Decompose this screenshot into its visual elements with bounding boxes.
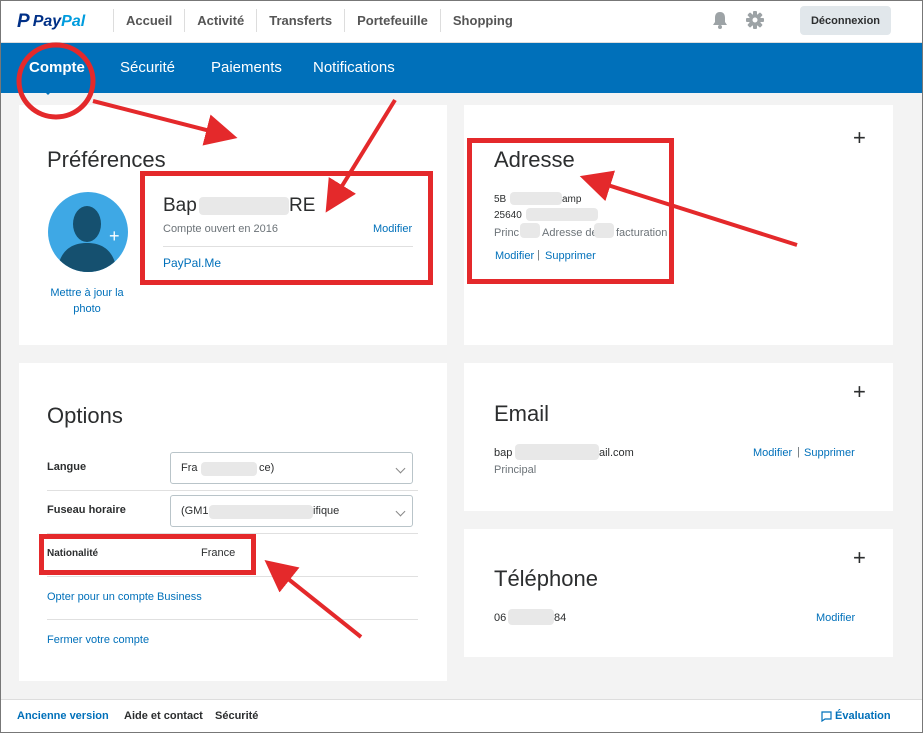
- phone-title: Téléphone: [494, 566, 598, 591]
- highlight-tab-circle: [16, 42, 96, 120]
- language-select[interactable]: Fra ce): [170, 452, 413, 484]
- update-photo-link[interactable]: Mettre à jour la photo: [39, 285, 135, 317]
- logo-word-pay: Pay: [32, 13, 62, 30]
- modify-phone-link[interactable]: Modifier: [816, 612, 855, 624]
- business-account-link[interactable]: Opter pour un compte Business: [47, 591, 202, 603]
- tab-notifications[interactable]: Notifications: [313, 59, 395, 76]
- paypal-logo[interactable]: P Pay Pal: [17, 11, 85, 33]
- language-label: Langue: [47, 461, 87, 473]
- language-value-start: Fra: [181, 462, 198, 474]
- modify-email-link[interactable]: Modifier: [753, 447, 792, 459]
- logo-word-pal: Pal: [61, 13, 86, 30]
- highlight-address-box: [467, 138, 674, 284]
- feedback-icon[interactable]: [821, 711, 832, 722]
- gear-icon[interactable]: [745, 10, 765, 30]
- language-divider: [47, 490, 418, 491]
- tab-paiements[interactable]: Paiements: [211, 59, 282, 76]
- email-title: Email: [494, 401, 550, 426]
- logout-button[interactable]: Déconnexion: [800, 6, 891, 35]
- help-contact-link[interactable]: Aide et contact: [124, 710, 203, 722]
- phone-card: + Téléphone 06 84 Modifier: [464, 529, 893, 657]
- nav-accueil[interactable]: Accueil: [113, 9, 184, 32]
- close-account-link[interactable]: Fermer votre compte: [47, 634, 149, 646]
- bell-icon[interactable]: [710, 10, 730, 30]
- email-card: + Email bap ail.com Principal Modifier |…: [464, 363, 893, 511]
- timezone-value-end: ifique: [313, 505, 340, 517]
- highlight-name-box: [140, 171, 433, 285]
- top-nav: Accueil Activité Transferts Portefeuille…: [113, 9, 525, 32]
- email-value-end: ail.com: [599, 447, 634, 459]
- phone-value-start: 06: [494, 612, 507, 624]
- redacted-language: [201, 462, 257, 476]
- top-bar: P Pay Pal Accueil Activité Transferts Po…: [1, 1, 922, 43]
- nav-portefeuille[interactable]: Portefeuille: [344, 9, 440, 32]
- timezone-select[interactable]: (GM1 ifique: [170, 495, 413, 527]
- email-value-start: bap: [494, 447, 513, 459]
- add-address-icon[interactable]: +: [853, 125, 866, 151]
- nav-activite[interactable]: Activité: [184, 9, 256, 32]
- nav-transferts[interactable]: Transferts: [256, 9, 344, 32]
- redacted-timezone: [209, 505, 313, 519]
- options-card: Options Langue Fra ce) Fuseau horaire (G…: [19, 363, 447, 681]
- business-divider: [47, 619, 418, 620]
- chevron-down-icon: [395, 506, 406, 517]
- logo-mark: P: [17, 11, 30, 32]
- footer: Ancienne version Aide et contact Sécurit…: [1, 699, 922, 732]
- footer-security-link[interactable]: Sécurité: [215, 710, 258, 722]
- nav-shopping[interactable]: Shopping: [439, 9, 525, 32]
- update-photo-line-1: Mettre à jour la: [50, 287, 124, 299]
- language-value-end: ce): [259, 462, 275, 474]
- preferences-title: Préférences: [47, 147, 166, 172]
- email-primary-label: Principal: [494, 464, 537, 476]
- phone-value-end: 84: [554, 612, 567, 624]
- highlight-nationality-box: [39, 534, 256, 575]
- timezone-label: Fuseau horaire: [47, 504, 126, 516]
- redacted-email: [515, 444, 599, 460]
- add-photo-icon[interactable]: +: [109, 226, 120, 247]
- redacted-phone: [508, 609, 554, 625]
- chevron-down-icon: [395, 463, 406, 474]
- add-email-icon[interactable]: +: [853, 379, 866, 405]
- old-version-link[interactable]: Ancienne version: [17, 710, 109, 722]
- nationality-divider: [47, 576, 418, 577]
- email-link-separator: |: [797, 446, 800, 458]
- update-photo-line-2: photo: [73, 303, 101, 315]
- delete-email-link[interactable]: Supprimer: [804, 447, 855, 459]
- timezone-value-start: (GM1: [181, 505, 209, 517]
- add-phone-icon[interactable]: +: [853, 545, 866, 571]
- feedback-link[interactable]: Évaluation: [835, 710, 891, 722]
- tab-securite[interactable]: Sécurité: [120, 59, 175, 76]
- account-subnav: Compte Sécurité Paiements Notifications: [1, 43, 922, 93]
- options-title: Options: [47, 403, 123, 428]
